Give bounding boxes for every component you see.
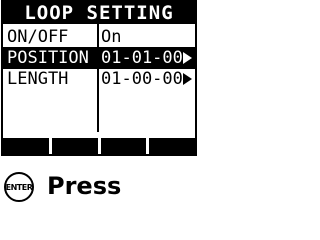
menu-row-length[interactable]: LENGTH 01-00-00 <box>3 68 195 90</box>
function-key-3[interactable] <box>100 138 147 154</box>
menu-row-value: 01-01-00 <box>101 48 183 68</box>
triangle-right-icon <box>183 73 192 85</box>
menu-row-on-off[interactable]: ON/OFF On <box>3 26 195 48</box>
menu-row-value: 01-00-00 <box>101 69 183 89</box>
menu-row-label: ON/OFF <box>7 27 69 47</box>
enter-button-icon[interactable]: ENTER <box>4 172 34 202</box>
menu-row-label: POSITION <box>7 48 89 68</box>
function-key-bar <box>3 138 195 154</box>
triangle-right-icon <box>183 52 192 64</box>
function-key-1[interactable] <box>3 138 49 154</box>
menu-row-label: LENGTH <box>7 69 69 89</box>
function-key-4[interactable] <box>149 138 195 154</box>
menu-row-position[interactable]: POSITION 01-01-00 <box>3 47 195 69</box>
menu-row-value: On <box>101 27 122 47</box>
function-key-2[interactable] <box>51 138 98 154</box>
column-divider <box>97 24 99 132</box>
screen-title: LOOP SETTING <box>3 2 195 24</box>
instruction-text: Press <box>47 172 122 200</box>
lcd-screen: LOOP SETTING ON/OFF On POSITION 01-01-00… <box>1 0 197 156</box>
